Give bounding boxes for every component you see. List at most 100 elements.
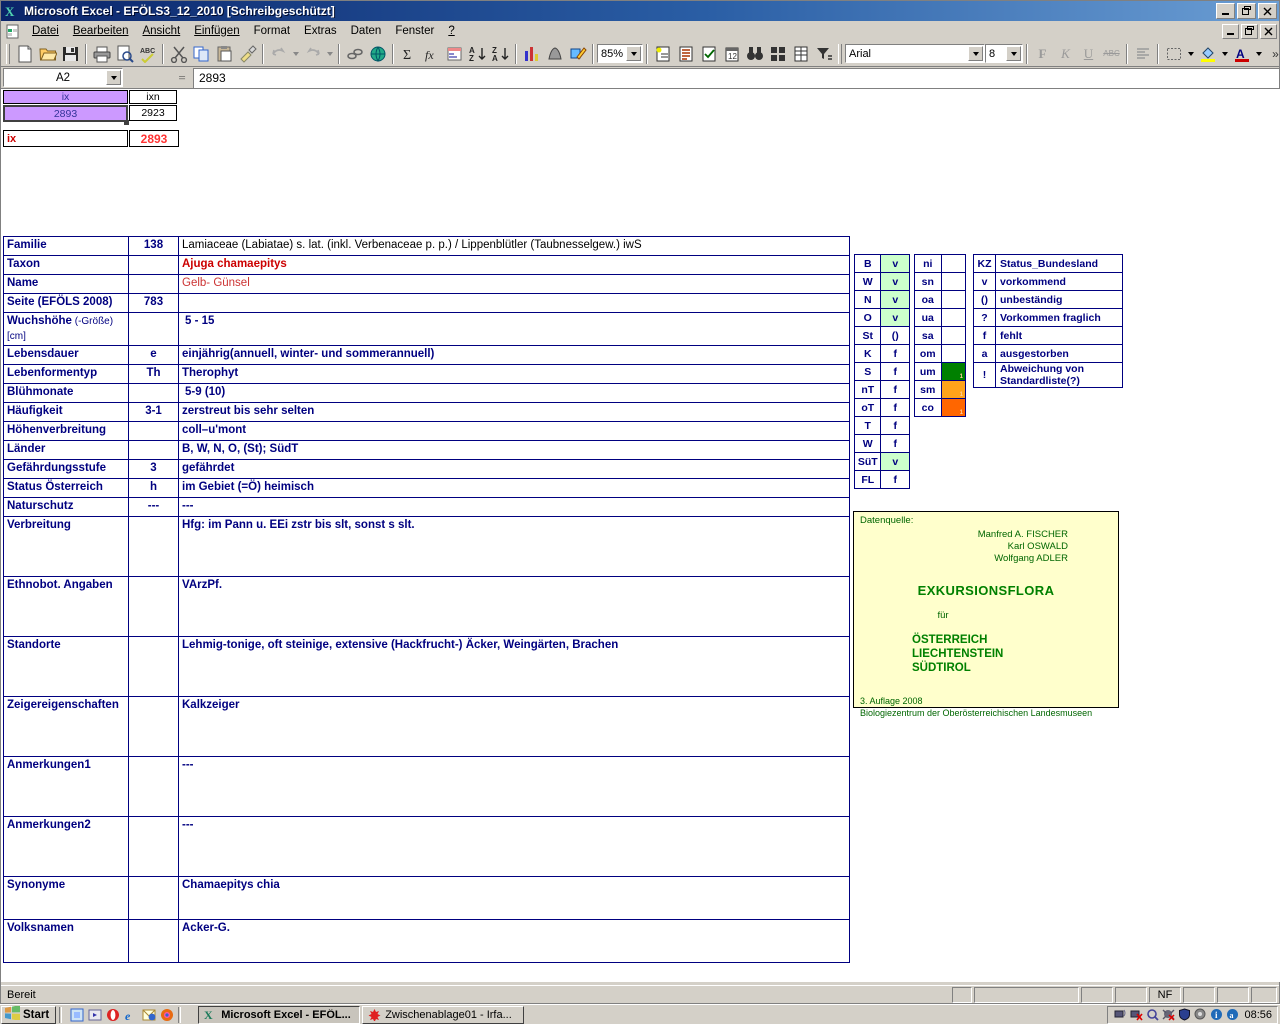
record-label[interactable]: Länder bbox=[3, 440, 129, 460]
record-code[interactable] bbox=[128, 876, 179, 920]
record-label[interactable]: Verbreitung bbox=[3, 516, 129, 577]
spellcheck-icon[interactable]: ABC bbox=[136, 43, 159, 65]
lander-key[interactable]: nT bbox=[853, 380, 882, 399]
record-value[interactable]: Therophyt bbox=[178, 364, 850, 384]
lander-status[interactable]: f bbox=[880, 380, 910, 399]
paste-clipboard-icon[interactable] bbox=[213, 43, 236, 65]
lander-status[interactable]: v bbox=[880, 254, 910, 273]
menu-daten[interactable]: Daten bbox=[344, 23, 389, 39]
record-code[interactable]: 3-1 bbox=[128, 402, 179, 422]
record-code[interactable] bbox=[128, 274, 179, 294]
lander-key[interactable]: B bbox=[853, 254, 882, 273]
record-label[interactable]: Blühmonate bbox=[3, 383, 129, 403]
taskbar-task-button[interactable]: X Microsoft Excel - EFÖL... bbox=[198, 1005, 361, 1024]
underline-button[interactable]: U bbox=[1077, 43, 1100, 65]
record-label[interactable]: Wuchshöhe (-Größe) [cm] bbox=[3, 312, 129, 346]
redo-icon[interactable] bbox=[301, 43, 324, 65]
cell-ixn-header[interactable]: ixn bbox=[129, 90, 177, 104]
autosum-sigma-icon[interactable]: Σ bbox=[397, 43, 420, 65]
record-value[interactable]: gefährdet bbox=[178, 459, 850, 479]
record-label[interactable]: Anmerkungen2 bbox=[3, 816, 129, 877]
bold-button[interactable]: F bbox=[1031, 43, 1054, 65]
align-left-icon[interactable] bbox=[1131, 43, 1154, 65]
record-label[interactable]: Lebensdauer bbox=[3, 345, 129, 365]
menu-fenster[interactable]: Fenster bbox=[388, 23, 441, 39]
lander-key[interactable]: S bbox=[853, 362, 882, 381]
region-key[interactable]: ni bbox=[914, 254, 942, 273]
chevron-down-icon[interactable] bbox=[626, 46, 641, 61]
print-icon[interactable] bbox=[90, 43, 113, 65]
close-icon[interactable] bbox=[1258, 3, 1277, 19]
copy-icon[interactable] bbox=[190, 43, 213, 65]
record-value[interactable]: 5-9 (10) bbox=[178, 383, 850, 403]
open-folder-icon[interactable] bbox=[36, 43, 59, 65]
fill-color-dropdown-icon[interactable] bbox=[1219, 43, 1230, 65]
region-swatch-cell[interactable] bbox=[940, 272, 967, 291]
new-document-icon[interactable] bbox=[13, 43, 36, 65]
region-key[interactable]: sa bbox=[914, 326, 942, 345]
sort-ascending-icon[interactable]: AZ bbox=[466, 43, 489, 65]
record-label[interactable]: Status Österreich bbox=[3, 478, 129, 498]
redo-dropdown-icon[interactable] bbox=[324, 43, 335, 65]
record-code[interactable] bbox=[128, 383, 179, 403]
list-icon[interactable] bbox=[674, 43, 697, 65]
record-code[interactable] bbox=[128, 756, 179, 817]
record-value[interactable]: Ajuga chamaepitys bbox=[178, 255, 850, 275]
region-swatch-cell[interactable] bbox=[940, 290, 967, 309]
formatting-toolbar-grip[interactable] bbox=[838, 43, 842, 64]
fill-color-icon[interactable] bbox=[1196, 43, 1219, 65]
menu-einfuegen[interactable]: Einfügen bbox=[187, 23, 246, 39]
lander-key[interactable]: W bbox=[853, 434, 882, 453]
menu-bearbeiten[interactable]: Bearbeiten bbox=[66, 23, 136, 39]
drawing-icon[interactable] bbox=[566, 43, 589, 65]
record-code[interactable] bbox=[128, 816, 179, 877]
restore-icon[interactable] bbox=[1237, 3, 1256, 19]
record-value[interactable]: Acker-G. bbox=[178, 919, 850, 963]
lander-key[interactable]: O bbox=[853, 308, 882, 327]
sort-icon[interactable] bbox=[443, 43, 466, 65]
menu-datei[interactable]: Datei bbox=[25, 23, 66, 39]
lander-key[interactable]: FL bbox=[853, 470, 882, 489]
search-icon[interactable] bbox=[1145, 1008, 1159, 1022]
cell-ixn-value[interactable]: 2923 bbox=[129, 105, 177, 121]
record-value[interactable] bbox=[178, 293, 850, 313]
record-value[interactable]: --- bbox=[178, 756, 850, 817]
region-swatch-cell[interactable]: 1 bbox=[940, 380, 967, 399]
region-swatch-cell[interactable] bbox=[940, 254, 967, 273]
lander-key[interactable]: T bbox=[853, 416, 882, 435]
region-key[interactable]: sn bbox=[914, 272, 942, 291]
record-value[interactable]: coll–u'mont bbox=[178, 421, 850, 441]
chevron-down-icon[interactable] bbox=[1006, 46, 1021, 61]
record-label[interactable]: Familie bbox=[3, 236, 129, 256]
format-painter-icon[interactable] bbox=[236, 43, 259, 65]
record-value[interactable]: 5 - 15 bbox=[178, 312, 850, 346]
lander-key[interactable]: W bbox=[853, 272, 882, 291]
autofilter-icon[interactable] bbox=[812, 43, 835, 65]
font-color-icon[interactable]: A bbox=[1230, 43, 1253, 65]
workbook-minimize-icon[interactable] bbox=[1222, 23, 1239, 39]
record-code[interactable] bbox=[128, 576, 179, 637]
lander-status[interactable]: v bbox=[880, 290, 910, 309]
strikethrough-button[interactable]: ABC bbox=[1100, 43, 1123, 65]
antivirus-icon[interactable] bbox=[1161, 1008, 1175, 1022]
record-code[interactable] bbox=[128, 255, 179, 275]
record-code[interactable] bbox=[128, 516, 179, 577]
equals-icon[interactable]: = bbox=[171, 69, 193, 87]
lander-status[interactable]: f bbox=[880, 344, 910, 363]
undo-icon[interactable] bbox=[267, 43, 290, 65]
menu-ansicht[interactable]: Ansicht bbox=[135, 23, 187, 39]
region-key[interactable]: om bbox=[914, 344, 942, 363]
outlook-icon[interactable] bbox=[141, 1007, 157, 1023]
record-label[interactable]: Naturschutz bbox=[3, 497, 129, 517]
acrobat-icon[interactable]: a bbox=[1225, 1008, 1239, 1022]
lander-status[interactable]: f bbox=[880, 434, 910, 453]
region-swatch-cell[interactable]: 1 bbox=[940, 362, 967, 381]
italic-button[interactable]: K bbox=[1054, 43, 1077, 65]
record-value[interactable]: VArzPf. bbox=[178, 576, 850, 637]
toolbar-grip[interactable] bbox=[6, 43, 10, 64]
workbook-close-icon[interactable] bbox=[1260, 23, 1277, 39]
internet-explorer-icon[interactable]: e bbox=[123, 1007, 139, 1023]
font-color-dropdown-icon[interactable] bbox=[1253, 43, 1264, 65]
menu-extras[interactable]: Extras bbox=[297, 23, 344, 39]
cell-ix-value[interactable]: 2893 bbox=[3, 105, 128, 122]
